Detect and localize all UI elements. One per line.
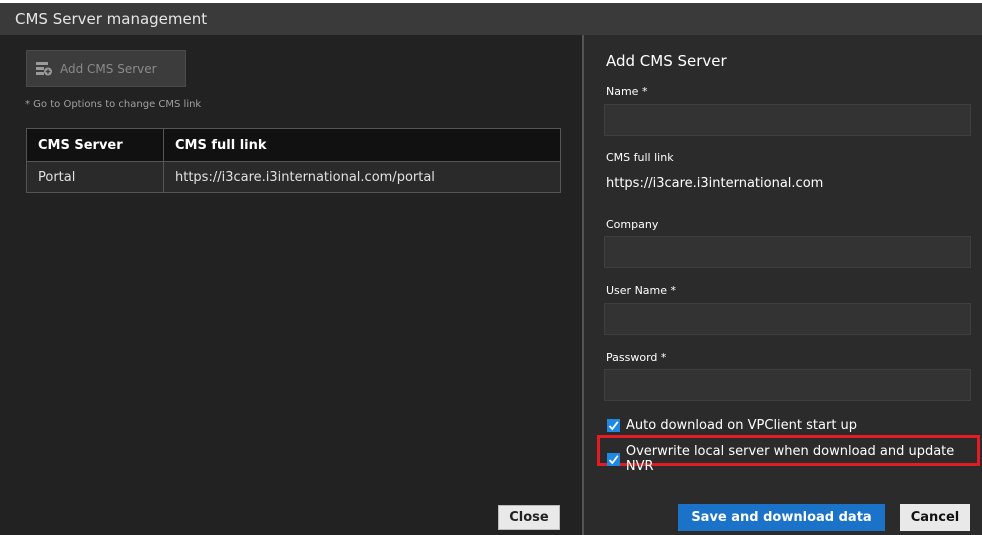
cms-server-management-dialog: CMS Server management Add CMS Server * G…	[0, 3, 982, 535]
cell-cms-full-link: https://i3care.i3international.com/porta…	[163, 161, 561, 193]
name-field[interactable]	[604, 104, 971, 136]
column-header-cms-full-link[interactable]: CMS full link	[163, 128, 561, 162]
name-label: Name *	[606, 85, 648, 98]
close-button[interactable]: Close	[498, 505, 560, 530]
server-list-pane: Add CMS Server * Go to Options to change…	[0, 35, 582, 535]
server-add-icon	[36, 61, 52, 75]
cell-cms-server: Portal	[26, 161, 164, 193]
checkmark-icon	[608, 454, 619, 464]
table-row[interactable]: Portal https://i3care.i3international.co…	[26, 161, 561, 193]
password-label: Password *	[606, 351, 667, 364]
overwrite-local-server-option[interactable]: Overwrite local server when download and…	[607, 444, 982, 474]
add-cms-server-form: Add CMS Server Name * CMS full link http…	[584, 35, 982, 535]
add-cms-server-label: Add CMS Server	[60, 61, 157, 76]
form-title: Add CMS Server	[606, 52, 727, 70]
cms-link-hint: * Go to Options to change CMS link	[25, 99, 202, 110]
company-label: Company	[606, 218, 659, 231]
title-bar: CMS Server management	[0, 3, 982, 35]
column-header-cms-server[interactable]: CMS Server	[26, 128, 164, 162]
overwrite-local-server-label: Overwrite local server when download and…	[625, 444, 955, 474]
cms-full-link-label: CMS full link	[606, 151, 674, 164]
cms-server-table: CMS Server CMS full link Portal https://…	[26, 128, 561, 193]
save-and-download-button[interactable]: Save and download data	[678, 504, 885, 531]
overwrite-local-server-checkbox[interactable]	[607, 452, 620, 466]
add-cms-server-button[interactable]: Add CMS Server	[26, 50, 186, 87]
user-name-field[interactable]	[604, 303, 971, 335]
window-title: CMS Server management	[15, 10, 208, 28]
password-field[interactable]	[604, 369, 971, 401]
cms-full-link-value: https://i3care.i3international.com	[606, 176, 824, 191]
auto-download-option[interactable]: Auto download on VPClient start up	[607, 418, 857, 433]
table-header-row: CMS Server CMS full link	[26, 128, 561, 162]
auto-download-checkbox[interactable]	[607, 419, 620, 432]
auto-download-label: Auto download on VPClient start up	[626, 418, 858, 433]
user-name-label: User Name *	[606, 284, 677, 297]
checkmark-icon	[608, 421, 619, 431]
company-field[interactable]	[604, 236, 971, 268]
cancel-button[interactable]: Cancel	[900, 504, 970, 531]
